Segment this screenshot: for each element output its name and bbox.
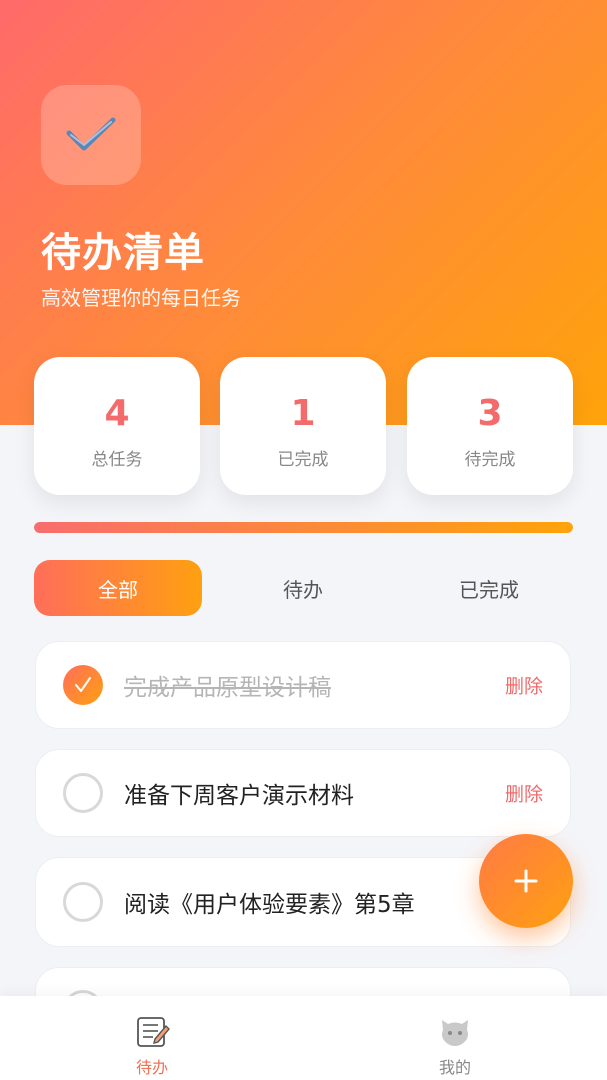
checkbox-checked[interactable]: [63, 665, 103, 705]
progress-bar: [34, 522, 573, 533]
stat-value: 1: [290, 393, 316, 434]
stat-label: 总任务: [91, 450, 143, 470]
tab-all[interactable]: 全部: [34, 560, 202, 616]
delete-button[interactable]: 删除: [505, 672, 543, 699]
todo-item: 完成产品原型设计稿 删除: [35, 641, 571, 729]
stat-value: 4: [104, 393, 130, 434]
progress-fill: [34, 522, 573, 533]
tabbar-label: 待办: [135, 1058, 168, 1077]
stat-value: 3: [477, 393, 503, 434]
bottom-tab-bar: 待办 我的: [0, 996, 607, 1080]
stat-card-total: 4 总任务: [34, 357, 200, 495]
tab-todo[interactable]: 待办: [219, 560, 387, 616]
stat-label: 已完成: [277, 450, 329, 470]
checkmark-icon: [66, 117, 116, 151]
delete-button[interactable]: 删除: [505, 780, 543, 807]
tabbar-item-mine[interactable]: 我的: [355, 996, 555, 1080]
todo-text: 准备下周客户演示材料: [124, 783, 354, 809]
profile-icon: [442, 1020, 468, 1046]
page-subtitle: 高效管理你的每日任务: [41, 286, 241, 310]
checkbox[interactable]: [63, 882, 103, 922]
check-icon: [75, 677, 91, 692]
stat-card-pending: 3 待完成: [407, 357, 573, 495]
todo-text: 完成产品原型设计稿: [124, 675, 331, 701]
add-task-button[interactable]: [479, 834, 573, 928]
todo-text: 阅读《用户体验要素》第5章: [124, 892, 415, 918]
stat-card-completed: 1 已完成: [220, 357, 386, 495]
tab-completed[interactable]: 已完成: [405, 560, 573, 616]
stat-label: 待完成: [464, 450, 516, 470]
checkbox[interactable]: [63, 773, 103, 813]
filter-tabs: 全部 待办 已完成: [34, 560, 573, 616]
notepad-icon: [137, 1017, 170, 1047]
plus-icon: [514, 869, 538, 893]
todo-item: 准备下周客户演示材料 删除: [35, 749, 571, 837]
tabbar-item-todo[interactable]: 待办: [52, 996, 252, 1080]
page-title: 待办清单: [41, 230, 205, 276]
tabbar-label: 我的: [438, 1058, 471, 1077]
app-logo: [41, 85, 141, 185]
